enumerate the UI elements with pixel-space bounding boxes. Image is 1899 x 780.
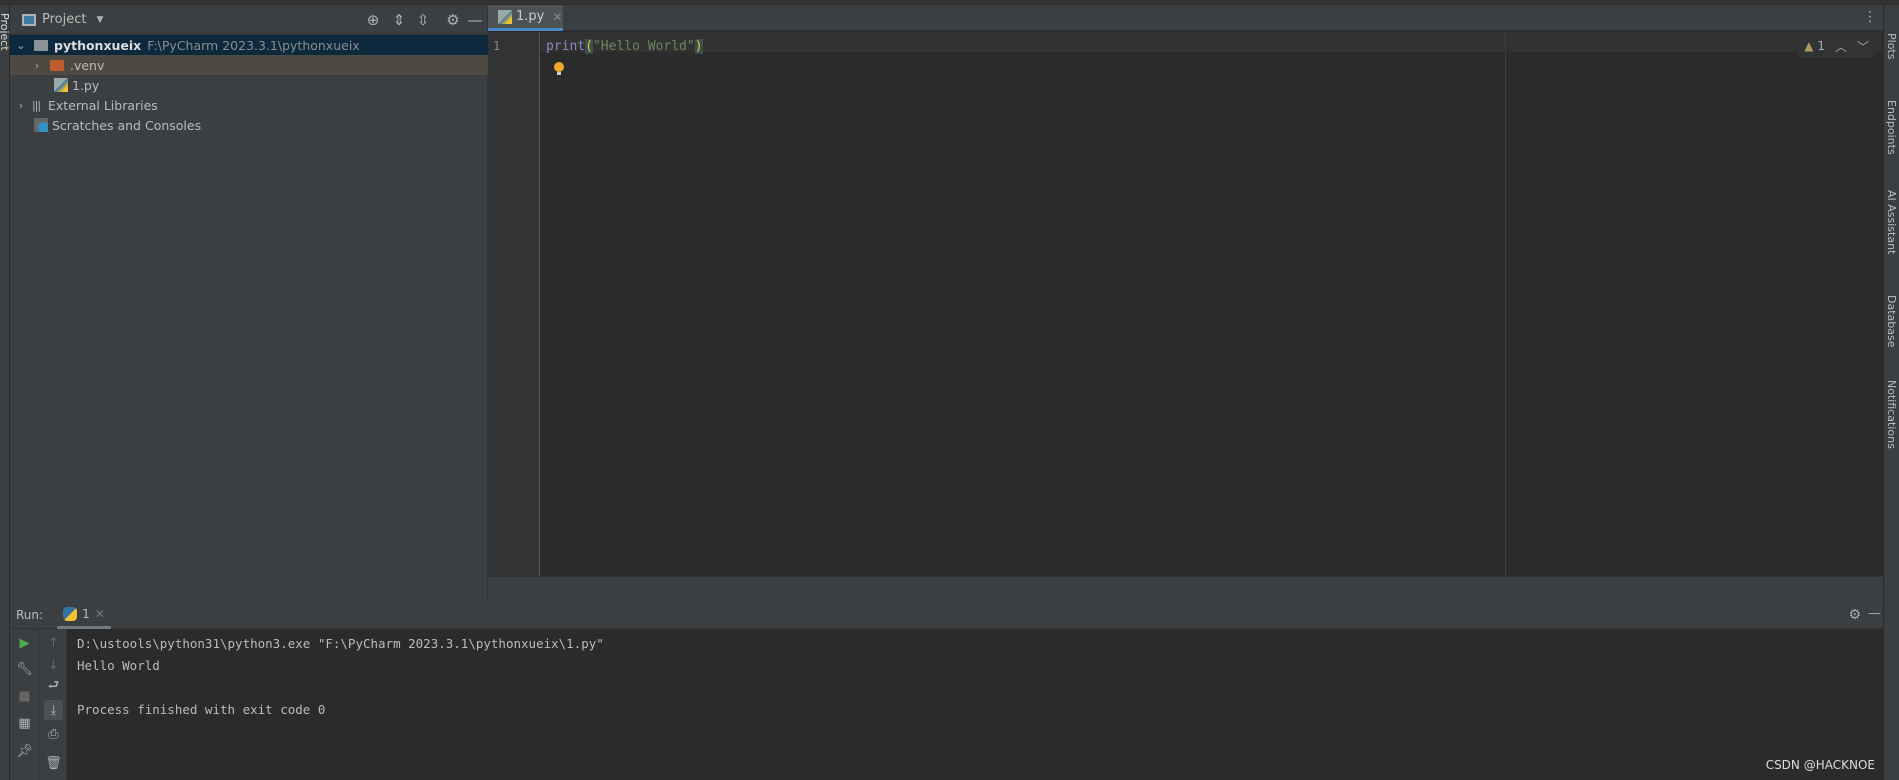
tree-item-label: .venv (70, 57, 105, 73)
more-icon[interactable]: ⋮ (1863, 9, 1877, 25)
trash-icon[interactable]: 🗑︎ (44, 753, 63, 773)
chevron-down-icon[interactable]: ⌄ (14, 39, 28, 52)
rerun-icon[interactable]: ▶ (15, 633, 34, 653)
scroll-to-end-icon[interactable]: ⤓ (44, 700, 63, 720)
lightbulb-icon[interactable] (554, 62, 564, 75)
console-line: D:\ustools\python31\python3.exe "F:\PyCh… (77, 636, 604, 651)
code-paren: ( (585, 39, 593, 54)
project-view-icon (22, 13, 36, 26)
gear-icon[interactable]: ⚙ (1848, 607, 1861, 623)
editor-tabs: 1.py ✕ ⋮ (488, 5, 1883, 31)
inspection-widget[interactable]: ▲ 1 ︿ ﹀ (1798, 35, 1875, 57)
tab-1py[interactable]: 1.py ✕ (488, 5, 563, 31)
chevron-right-icon[interactable]: › (14, 99, 28, 112)
run-tab-label: 1 (82, 606, 90, 621)
console-line: Hello World (77, 658, 160, 673)
scratches-icon (34, 118, 48, 132)
project-panel-header: Project ▼ ⊕ ⇕ ⇳ ⚙ — (10, 5, 487, 35)
run-toolbar-right: ↑ ↓ ⮐ ⤓ ⎙ 🗑︎ (39, 629, 67, 780)
libraries-icon: ||| (31, 98, 41, 112)
hide-icon[interactable]: — (464, 5, 486, 35)
run-tab[interactable]: 1 ✕ (57, 602, 111, 629)
tree-item-external-libraries[interactable]: › ||| External Libraries (10, 95, 488, 115)
tree-item-label: pythonxueix (54, 37, 142, 53)
editor: 1.py ✕ ⋮ 1 print("Hello World") ▲ 1 ︿ ﹀ (488, 5, 1883, 576)
chevron-right-icon[interactable]: › (30, 59, 44, 72)
warning-icon: ▲ (1804, 39, 1814, 53)
collapse-all-icon[interactable]: ⇳ (412, 5, 434, 35)
stripe-database[interactable]: Database (1885, 295, 1898, 348)
tree-item-1py[interactable]: 1.py (10, 75, 488, 95)
code-string: "Hello World" (592, 39, 695, 54)
line-number: 1 (493, 39, 501, 53)
up-arrow-icon[interactable]: ↑ (44, 633, 63, 653)
tree-item-label: 1.py (72, 77, 100, 93)
code-function: print (546, 39, 586, 54)
python-file-icon (54, 78, 68, 92)
run-panel: Run: 1 ✕ ⚙ — ▶ 🔧︎ ■ ▦ 📌︎ ↑ ↓ ⮐ ⤓ ⎙ 🗑︎ D:… (10, 602, 1883, 780)
folder-icon (50, 59, 64, 71)
layout-icon[interactable]: ▦ (15, 713, 34, 733)
close-icon[interactable]: ✕ (95, 607, 105, 621)
current-line-highlight (541, 32, 1882, 52)
python-file-icon (498, 9, 512, 24)
right-margin-guide (1505, 32, 1506, 576)
soft-wrap-icon[interactable]: ⮐ (44, 677, 63, 697)
stripe-endpoints[interactable]: Endpoints (1885, 100, 1898, 155)
run-label: Run: (16, 608, 44, 622)
run-toolbar-left: ▶ 🔧︎ ■ ▦ 📌︎ (10, 629, 39, 780)
expand-all-icon[interactable]: ⇕ (388, 5, 410, 35)
tab-label: 1.py (516, 9, 545, 24)
locate-icon[interactable]: ⊕ (362, 5, 384, 35)
right-tool-stripe: Plots Endpoints AI Assistant Database No… (1883, 5, 1899, 780)
stripe-plots[interactable]: Plots (1885, 33, 1898, 59)
tree-item-project-root[interactable]: ⌄ pythonxueix F:\PyCharm 2023.3.1\python… (10, 35, 488, 55)
code-paren: ) (694, 39, 703, 54)
gear-icon[interactable]: ⚙ (442, 5, 464, 35)
left-tool-stripe: Project (0, 5, 11, 780)
folder-icon (34, 39, 48, 51)
chevron-down-icon[interactable]: ▼ (96, 15, 103, 25)
hide-icon[interactable]: — (1868, 606, 1881, 621)
project-panel-title[interactable]: Project (42, 12, 86, 27)
down-arrow-icon[interactable]: ↓ (44, 655, 63, 675)
wrench-icon[interactable]: 🔧︎ (15, 659, 34, 679)
stripe-ai-assistant[interactable]: AI Assistant (1885, 190, 1898, 254)
project-panel: Project ▼ ⊕ ⇕ ⇳ ⚙ — ⌄ pythonxueix F:\PyC… (10, 5, 488, 602)
project-path: F:\PyCharm 2023.3.1\pythonxueix (147, 37, 360, 53)
pin-icon[interactable]: 📌︎ (15, 741, 34, 761)
stripe-notifications[interactable]: Notifications (1885, 380, 1898, 449)
python-icon (63, 606, 78, 621)
editor-bottom-area (488, 576, 1883, 602)
tree-item-label: Scratches and Consoles (52, 117, 202, 133)
gutter: 1 (488, 32, 540, 576)
tree-item-label: External Libraries (48, 97, 158, 113)
previous-highlight-icon[interactable]: ︿ (1835, 38, 1847, 55)
console-line: Process finished with exit code 0 (77, 702, 326, 717)
run-panel-header: Run: 1 ✕ ⚙ — (10, 602, 1883, 629)
warning-count: 1 (1817, 39, 1825, 53)
watermark: CSDN @HACKNOE (1765, 758, 1875, 772)
code-line[interactable]: print("Hello World") (546, 39, 703, 54)
print-icon[interactable]: ⎙ (44, 724, 63, 744)
console-output[interactable]: D:\ustools\python31\python3.exe "F:\PyCh… (77, 629, 604, 721)
tree-item-scratches[interactable]: Scratches and Consoles (10, 115, 488, 135)
close-icon[interactable]: ✕ (552, 10, 562, 24)
next-highlight-icon[interactable]: ﹀ (1857, 38, 1869, 55)
tree-item-venv[interactable]: › .venv (10, 55, 488, 75)
stop-icon[interactable]: ■ (15, 686, 34, 706)
